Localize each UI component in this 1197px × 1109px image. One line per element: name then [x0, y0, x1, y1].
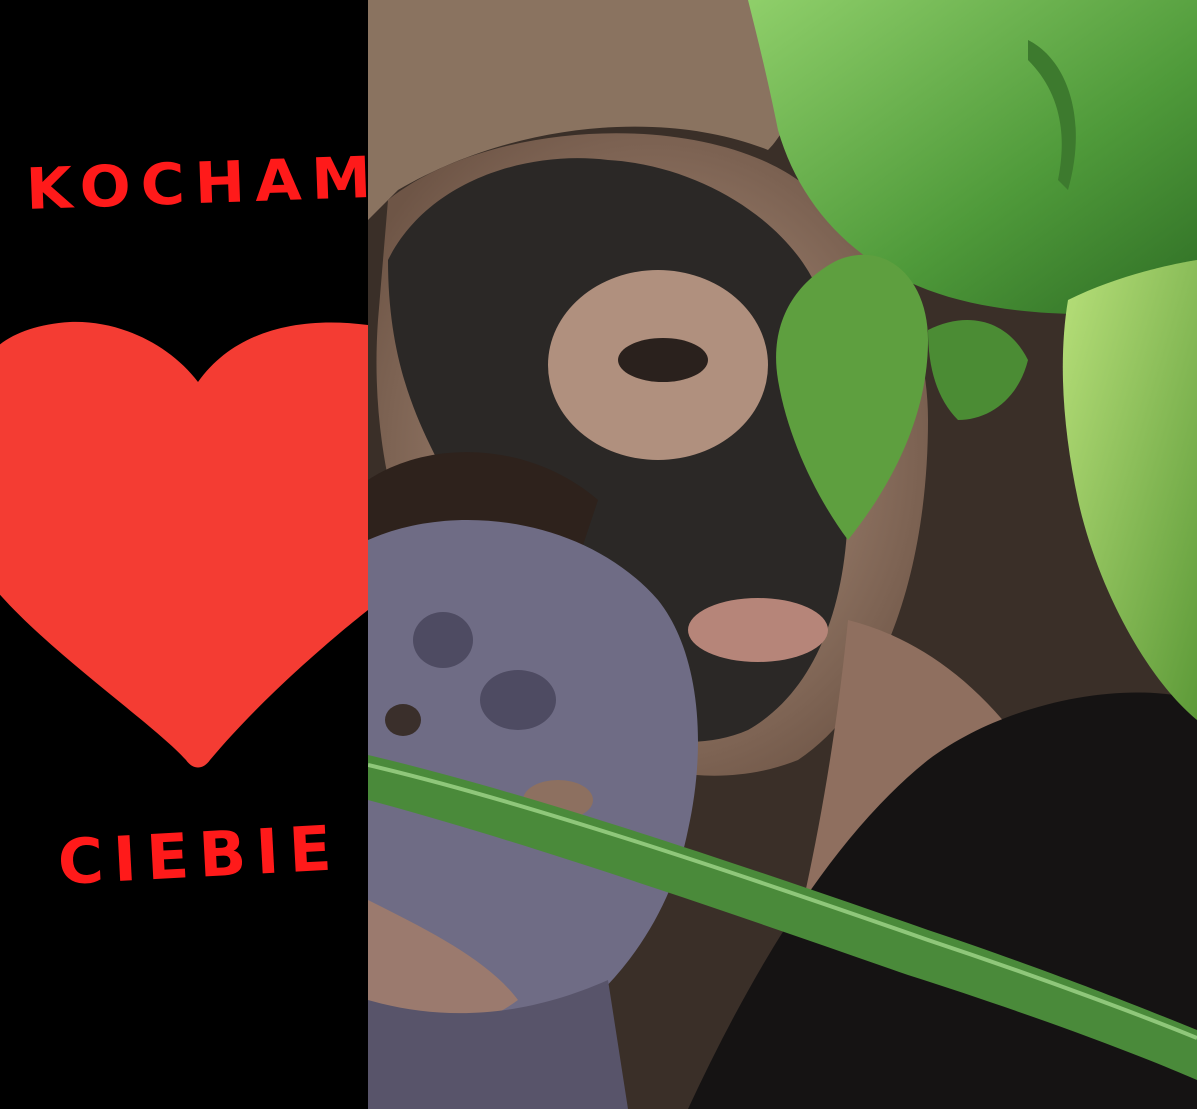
selfie-photo — [368, 0, 1197, 1109]
caption-bottom: CIEBIE — [56, 811, 344, 899]
heart-icon — [0, 321, 368, 768]
black-side-panel: KOCHAM CIEBIE — [0, 0, 382, 1109]
image-canvas: KOCHAM CIEBIE — [0, 0, 1197, 1109]
